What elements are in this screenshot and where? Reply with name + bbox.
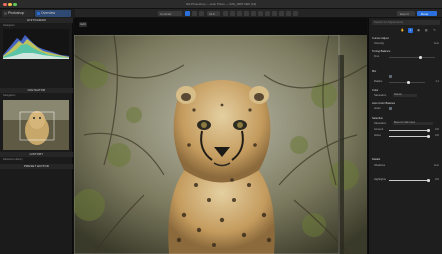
hand-icon[interactable]: ✋	[400, 28, 405, 33]
tool-icon-2[interactable]	[230, 11, 235, 16]
row-intensity: Intensity	[374, 42, 385, 45]
navigator-thumbnail[interactable]	[3, 100, 69, 150]
tab-photoshop-label: Photoshop	[8, 11, 25, 15]
history-item[interactable]: Rasterize History	[3, 158, 23, 161]
layers-icon[interactable]: ▣	[416, 28, 421, 33]
radius-slider-knob[interactable]	[407, 81, 410, 84]
histogram-header[interactable]: HISTOGRAM	[0, 18, 73, 23]
amount-slider[interactable]	[389, 129, 430, 132]
tab-photoshop[interactable]: Photoshop	[2, 10, 34, 17]
navigator-sublabel: Navigation	[3, 94, 16, 97]
image-canvas[interactable]: Edit	[74, 18, 367, 254]
saturation-select-1[interactable]: Natural	[393, 93, 417, 97]
navigator-header[interactable]: NAVIGATOR	[0, 88, 73, 93]
section-color[interactable]: Color	[372, 89, 378, 92]
zoom-value: 22.6	[209, 11, 215, 16]
highlights-slider[interactable]	[389, 179, 430, 182]
histogram-sublabel: Histogram	[3, 24, 15, 27]
section-selective[interactable]: Selective	[372, 117, 383, 120]
amount-slider-knob[interactable]	[427, 129, 430, 132]
tool-icon-4[interactable]	[244, 11, 249, 16]
row-amount: Amount	[374, 128, 384, 131]
row-fine: Fine	[374, 55, 380, 58]
section-details[interactable]: Details	[372, 158, 380, 161]
contrast-label: Contrast	[160, 11, 172, 16]
saturation-select-2-value: Based on Skin tones	[394, 121, 416, 124]
canvas-chip[interactable]: Edit	[79, 22, 88, 27]
view-toggle-1[interactable]	[185, 11, 190, 16]
view-toggle-2[interactable]	[192, 11, 197, 16]
row-gloss: Gloss	[374, 134, 381, 137]
done-button[interactable]: Done	[417, 11, 437, 16]
tool-icon-9[interactable]	[279, 11, 284, 16]
row-amount-value: 100	[434, 128, 439, 131]
section-curves[interactable]: Curves Adjust	[372, 37, 389, 40]
contrast-dropdown[interactable]: Contrast	[158, 11, 182, 16]
row-radius: Radius	[374, 80, 383, 83]
brush-icon[interactable]: ◐	[408, 27, 413, 33]
adjustment-icon-row: ✋ ◐ ▣ ◧ ✎	[372, 27, 440, 33]
section-toning[interactable]: Toning Balance	[372, 50, 390, 53]
row-radius-value: 4.4	[435, 80, 439, 83]
saturation-select-1-value: Natural	[394, 93, 402, 96]
row-highlights-value: 100	[434, 178, 439, 181]
toolbar: Contrast 22.6 Export Done	[75, 9, 442, 18]
fine-slider-knob[interactable]	[419, 56, 422, 59]
export-label: Export	[400, 11, 409, 16]
row-intensity-value: Auto	[433, 42, 439, 45]
tool-icon-10[interactable]	[286, 11, 291, 16]
tab-overview[interactable]: Overview	[35, 10, 71, 17]
row-saturation-1: Saturation	[374, 94, 387, 97]
highlights-slider-knob[interactable]	[427, 179, 430, 182]
fine-slider[interactable]	[389, 56, 435, 59]
radius-slider[interactable]	[389, 81, 425, 84]
title-bar: Nik Photoshop — Auto Photo — IMG_0987.NE…	[0, 0, 442, 9]
tool-icon-3[interactable]	[237, 11, 242, 16]
row-gloss-value: 100	[434, 134, 439, 137]
cheetah-photo-svg	[74, 35, 367, 254]
tab-overview-label: Overview	[41, 11, 56, 15]
row-shadows: Shadows	[374, 164, 386, 167]
left-panel: HISTOGRAM Histogram NAVIGATOR Navigation…	[0, 18, 73, 254]
section-mix[interactable]: Mix	[372, 70, 376, 73]
saturation-select-2[interactable]: Based on Skin tones	[393, 121, 433, 125]
row-highlights: Highlights	[374, 178, 386, 181]
preset-editor-header[interactable]: PRESET EDITOR	[0, 164, 73, 169]
gloss-slider-knob[interactable]	[427, 135, 430, 138]
mix-checkbox[interactable]	[389, 75, 392, 78]
view-toggle-3[interactable]	[199, 11, 204, 16]
overview-icon	[36, 12, 40, 15]
section-auto-color[interactable]: Auto Color Balance	[372, 102, 395, 105]
grain-checkbox[interactable]	[389, 107, 392, 110]
tool-icon-11[interactable]	[293, 11, 298, 16]
navigator-cheetah-image	[3, 100, 69, 150]
adjustment-search-input[interactable]: Search for Adjustments	[372, 20, 440, 25]
right-panel: Search for Adjustments ✋ ◐ ▣ ◧ ✎ Curves …	[368, 18, 442, 254]
histogram-svg	[3, 35, 69, 59]
export-button[interactable]: Export	[397, 11, 415, 16]
row-saturation-2: Saturation	[374, 122, 387, 125]
gloss-slider[interactable]	[389, 135, 430, 138]
photoshop-icon	[3, 12, 7, 15]
zoom-value-field[interactable]: 22.6	[207, 11, 220, 16]
cheetah-photo[interactable]	[74, 35, 367, 254]
row-shadows-value: Auto	[433, 164, 439, 167]
tool-icon-6[interactable]	[258, 11, 263, 16]
tool-icon-1[interactable]	[223, 11, 228, 16]
window-title: Nik Photoshop — Auto Photo — IMG_0987.NE…	[185, 2, 257, 6]
mask-icon[interactable]: ◧	[424, 28, 429, 33]
tool-icon-7[interactable]	[265, 11, 270, 16]
tool-icon-8[interactable]	[272, 11, 277, 16]
workspace-tabs: Photoshop Overview	[0, 9, 75, 18]
row-grain: Grain	[374, 107, 381, 110]
history-header[interactable]: HISTORY	[0, 152, 73, 157]
done-label: Done	[421, 11, 429, 16]
pen-icon[interactable]: ✎	[432, 28, 437, 33]
histogram-graph	[3, 29, 69, 59]
tool-icon-5[interactable]	[251, 11, 256, 16]
